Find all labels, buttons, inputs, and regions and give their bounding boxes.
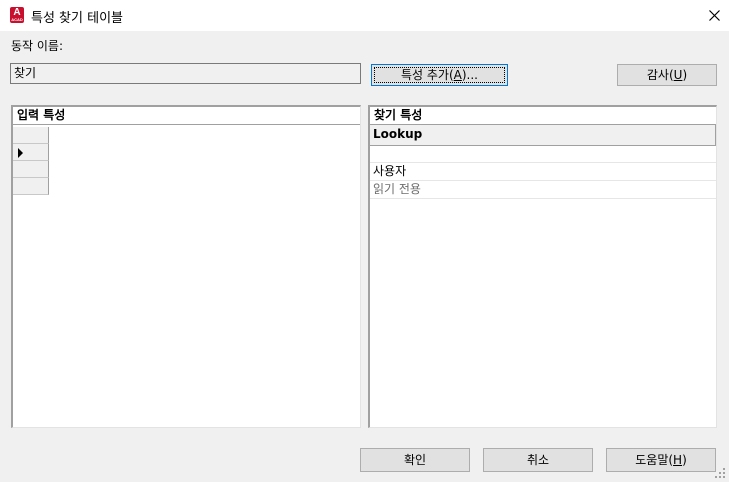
triangle-right-icon <box>18 148 23 158</box>
help-suffix: ) <box>682 453 687 467</box>
row-header-current[interactable] <box>13 144 49 161</box>
action-name-field[interactable]: 찾기 <box>10 63 361 84</box>
audit-button[interactable]: 감사(U) <box>617 64 717 86</box>
add-properties-button[interactable]: 특성 추가(A)... <box>371 64 508 86</box>
row-header[interactable] <box>13 127 49 144</box>
audit-label: 감사( <box>646 68 674 82</box>
lookup-properties-panel[interactable]: 찾기 특성 Lookup 사용자 읽기 전용 <box>368 105 717 428</box>
add-properties-accel: A <box>453 68 462 82</box>
help-label: 도움말( <box>635 453 674 467</box>
autocad-app-icon: A ACAD <box>10 7 24 23</box>
input-row-headers <box>13 127 49 195</box>
add-properties-label: 특성 추가( <box>400 68 454 82</box>
action-name-label: 동작 이름: <box>11 39 64 53</box>
lookup-row-readonly[interactable]: 읽기 전용 <box>370 181 716 199</box>
resize-grip-icon[interactable] <box>714 467 726 479</box>
lookup-row[interactable] <box>370 146 716 163</box>
title-bar: A ACAD 특성 찾기 테이블 <box>0 0 729 31</box>
ok-button[interactable]: 확인 <box>360 448 470 472</box>
row-header[interactable] <box>13 178 49 195</box>
add-properties-suffix: )... <box>461 68 478 82</box>
input-properties-panel[interactable]: 입력 특성 <box>11 105 361 428</box>
input-properties-header: 입력 특성 <box>13 107 360 125</box>
app-icon-sub: ACAD <box>11 17 23 22</box>
lookup-column-header[interactable]: Lookup <box>370 125 716 146</box>
close-icon <box>708 10 720 21</box>
audit-suffix: ) <box>682 68 688 82</box>
lookup-properties-header: 찾기 특성 <box>370 107 716 125</box>
cancel-button[interactable]: 취소 <box>483 448 593 472</box>
lookup-row[interactable]: 사용자 <box>370 163 716 181</box>
help-accel: H <box>673 453 683 467</box>
row-header[interactable] <box>13 161 49 178</box>
window-title: 특성 찾기 테이블 <box>31 11 123 26</box>
help-button[interactable]: 도움말(H) <box>606 448 716 472</box>
close-button[interactable] <box>699 0 729 31</box>
